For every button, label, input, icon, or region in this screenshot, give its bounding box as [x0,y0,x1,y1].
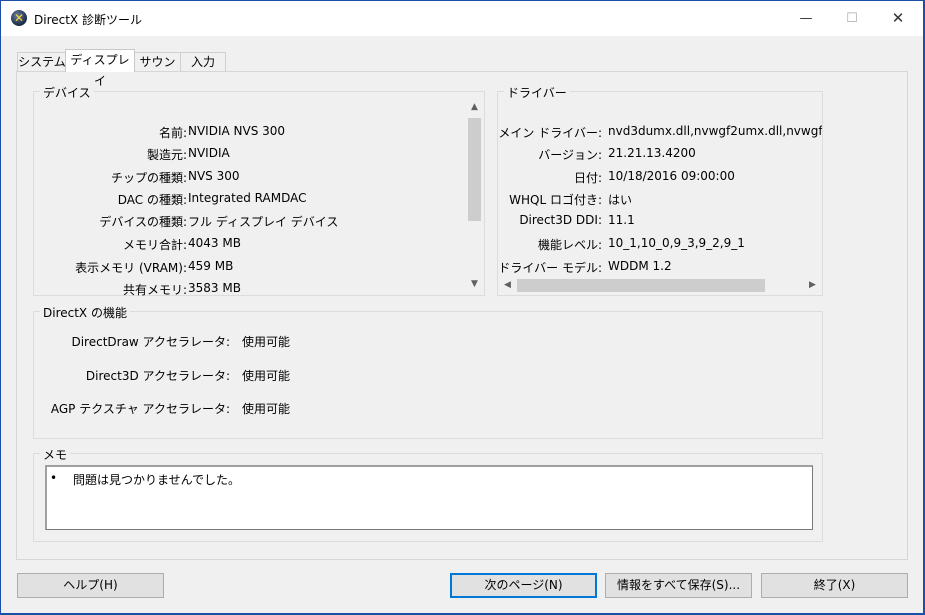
feature-key: AGP テクスチャ アクセラレータ: [50,402,230,416]
scroll-thumb[interactable] [517,279,765,292]
device-row-vram: 表示メモリ (VRAM): 459 MB [34,259,484,275]
driver-row-date: 日付: 10/18/2016 09:00:00 [498,169,822,185]
device-value: NVS 300 [188,169,240,183]
display-tab-panel: デバイス 名前: NVIDIA NVS 300 製造元: NVIDIA チップの… [16,71,908,560]
feature-row-direct3d: Direct3D アクセラレータ: 使用可能 [34,367,822,383]
device-value: 459 MB [188,259,234,273]
device-row-shared-memory: 共有メモリ: 3583 MB [34,281,484,297]
driver-content: メイン ドライバー: nvd3dumx.dll,nvwgf2umx.dll,nv… [498,92,822,277]
help-button[interactable]: ヘルプ(H) [17,573,164,598]
directx-features-group: DirectX の機能 DirectDraw アクセラレータ: 使用可能 Dir… [33,304,823,439]
memo-group: メモ • 問題は見つかりませんでした。 [33,446,823,542]
device-key: 製造元: [146,148,187,162]
memo-text: 問題は見つかりませんでした。 [73,473,241,487]
device-value: 4043 MB [188,236,241,250]
driver-value: 10_1,10_0,9_3,9_2,9_1 [608,236,745,250]
title-bar[interactable]: ✕ DirectX 診断ツール — ☐ ✕ [1,1,923,36]
device-key: 表示メモリ (VRAM): [75,261,187,275]
driver-row-feature-level: 機能レベル: 10_1,10_0,9_3,9_2,9_1 [498,236,822,252]
device-row-manufacturer: 製造元: NVIDIA [34,146,484,162]
device-value: 3583 MB [188,281,241,295]
driver-value: 21.21.13.4200 [608,146,696,160]
driver-row-main: メイン ドライバー: nvd3dumx.dll,nvwgf2umx.dll,nv… [498,124,822,140]
driver-value: はい [608,193,633,207]
tab-sound[interactable]: サウンド [133,52,182,88]
device-row-total-memory: メモリ合計: 4043 MB [34,236,484,252]
device-value: NVIDIA NVS 300 [188,124,286,138]
device-value: Integrated RAMDAC [188,191,307,205]
tab-system[interactable]: システム [17,52,67,72]
scroll-down-icon[interactable]: ▼ [466,276,483,293]
feature-value: 使用可能 [242,369,291,383]
driver-key: メイン ドライバー: [498,126,602,140]
driver-key: 日付: [573,171,602,185]
driver-value: 11.1 [608,213,635,227]
device-key: 共有メモリ: [122,283,187,297]
driver-key: Direct3D DDI: [519,213,602,227]
device-key: 名前: [158,126,187,140]
device-group-title: デバイス [40,84,94,101]
window-title: DirectX 診断ツール [34,13,142,27]
memo-bullet: • [50,471,58,485]
device-group: デバイス 名前: NVIDIA NVS 300 製造元: NVIDIA チップの… [33,84,485,297]
feature-value: 使用可能 [242,335,291,349]
tab-input[interactable]: 入力 [180,52,226,72]
save-all-info-button[interactable]: 情報をすべて保存(S)... [605,573,752,598]
feature-key: Direct3D アクセラレータ: [85,369,230,383]
feature-row-agp: AGP テクスチャ アクセラレータ: 使用可能 [34,400,822,416]
memo-group-title: メモ [40,446,71,463]
driver-key: バージョン: [538,148,602,162]
close-button[interactable]: ✕ [875,1,921,36]
feature-key: DirectDraw アクセラレータ: [71,335,230,349]
driver-key: WHQL ロゴ付き: [509,193,602,207]
device-row-name: 名前: NVIDIA NVS 300 [34,124,484,140]
next-page-button[interactable]: 次のページ(N) [450,573,597,598]
feature-row-directdraw: DirectDraw アクセラレータ: 使用可能 [34,333,822,349]
device-vertical-scrollbar[interactable]: ▲ ▼ [466,99,483,293]
driver-row-version: バージョン: 21.21.13.4200 [498,146,822,162]
device-value: フル ディスプレイ デバイス [188,215,339,229]
device-key: チップの種類: [110,171,187,185]
dxdiag-window: ✕ DirectX 診断ツール — ☐ ✕ システム ディスプレイ サウンド 入… [1,1,923,613]
tab-display[interactable]: ディスプレイ [65,49,135,88]
scroll-right-icon[interactable]: ▶ [804,277,821,294]
driver-horizontal-scrollbar[interactable]: ◀ ▶ [499,277,821,294]
driver-row-whql: WHQL ロゴ付き: はい [498,191,822,207]
memo-textbox[interactable]: • 問題は見つかりませんでした。 [45,465,813,530]
directx-app-icon: ✕ [11,10,27,26]
device-row-dac: DAC の種類: Integrated RAMDAC [34,191,484,207]
exit-button[interactable]: 終了(X) [761,573,908,598]
device-key: DAC の種類: [117,193,187,207]
driver-row-ddi: Direct3D DDI: 11.1 [498,213,822,229]
driver-value: nvd3dumx.dll,nvwgf2umx.dll,nvwgf2umx [608,124,822,138]
features-group-title: DirectX の機能 [40,304,130,321]
device-key: メモリ合計: [122,238,187,252]
driver-value: WDDM 1.2 [608,259,672,273]
driver-group: ドライバー メイン ドライバー: nvd3dumx.dll,nvwgf2umx.… [497,84,823,296]
device-key: デバイスの種類: [99,215,187,229]
maximize-button[interactable]: ☐ [829,1,875,36]
scroll-up-icon[interactable]: ▲ [466,99,483,116]
scroll-left-icon[interactable]: ◀ [499,277,516,294]
minimize-button[interactable]: — [783,1,829,36]
driver-row-model: ドライバー モデル: WDDM 1.2 [498,259,822,275]
feature-value: 使用可能 [242,402,291,416]
driver-value: 10/18/2016 09:00:00 [608,169,735,183]
scroll-thumb[interactable] [468,118,481,221]
driver-key: ドライバー モデル: [498,261,602,275]
driver-key: 機能レベル: [537,238,602,252]
device-row-type: デバイスの種類: フル ディスプレイ デバイス [34,213,484,229]
device-value: NVIDIA [188,146,230,160]
device-row-chip: チップの種類: NVS 300 [34,169,484,185]
